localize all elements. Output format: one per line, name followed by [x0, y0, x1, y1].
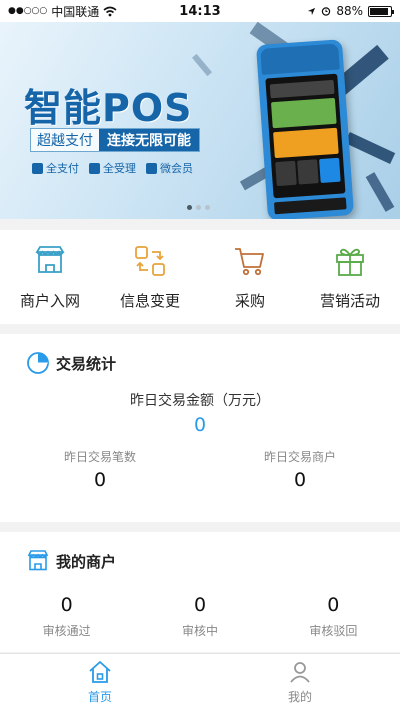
tab-home[interactable]: 首页	[0, 654, 200, 709]
wifi-icon	[103, 6, 117, 16]
user-icon	[290, 661, 310, 683]
banner-tagline-part2: 连接无限可能	[99, 129, 199, 151]
stat-value: 0	[93, 469, 107, 491]
stat-label: 昨日交易金额（万元）	[130, 393, 270, 409]
pie-chart-icon	[27, 352, 49, 374]
stat-label: 审核驳回	[309, 624, 358, 638]
carousel-dot[interactable]	[187, 205, 192, 210]
quick-action-label: 商户入网	[19, 292, 80, 310]
yesterday-count: 昨日交易笔数 0	[0, 448, 200, 491]
pay-icon	[32, 162, 43, 174]
stat-value: 0	[193, 414, 207, 436]
banner-tagline: 超越支付 连接无限可能	[30, 128, 200, 152]
merchants-approved[interactable]: 0 审核通过	[0, 594, 133, 639]
banner-features: 全支付 全受理 微会员	[32, 160, 193, 176]
tab-mine[interactable]: 我的	[200, 654, 400, 709]
section-header: 交易统计	[0, 348, 400, 378]
yesterday-merchants: 昨日交易商户 0	[200, 448, 400, 491]
my-merchants-card: 我的商户 0 审核通过 0 审核中 0 审核驳回	[0, 532, 400, 652]
banner-title: 智能POS	[24, 86, 193, 130]
stat-label: 昨日交易商户	[263, 450, 336, 464]
stat-value: 0	[327, 594, 340, 616]
alarm-icon	[322, 7, 331, 16]
merchants-rejected[interactable]: 0 审核驳回	[267, 594, 400, 639]
member-icon	[146, 162, 157, 174]
marketing-button[interactable]: 营销活动	[305, 244, 395, 324]
promo-banner[interactable]: 智能POS 超越支付 连接无限可能 全支付 全受理 微会员	[0, 22, 400, 219]
stat-label: 审核中	[181, 624, 218, 638]
carousel-dot[interactable]	[196, 205, 201, 210]
battery-percent: 88%	[336, 4, 363, 18]
section-title: 我的商户	[56, 552, 117, 571]
swap-icon	[135, 246, 165, 276]
purchase-button[interactable]: 采购	[205, 244, 295, 324]
quick-action-label: 采购	[234, 292, 265, 310]
stat-label: 昨日交易笔数	[63, 450, 136, 464]
bottom-tab-bar: 首页 我的	[0, 653, 400, 709]
location-arrow-icon	[308, 7, 316, 15]
yesterday-amount: 昨日交易金额（万元） 0	[0, 390, 400, 436]
quick-action-label: 营销活动	[319, 292, 380, 310]
battery-icon	[368, 5, 394, 17]
tab-label: 首页	[87, 689, 112, 704]
pos-terminal-image	[255, 39, 355, 219]
section-title: 交易统计	[56, 354, 117, 373]
stat-value: 0	[293, 469, 307, 491]
banner-feature: 全支付	[32, 160, 79, 176]
stat-value: 0	[60, 594, 73, 616]
quick-action-label: 信息变更	[119, 292, 180, 310]
stat-value: 0	[193, 594, 207, 616]
cart-icon	[235, 248, 264, 276]
banner-feature: 微会员	[146, 160, 193, 176]
section-header: 我的商户	[0, 546, 400, 576]
info-change-button[interactable]: 信息变更	[105, 244, 195, 324]
merchant-onboarding-button[interactable]: 商户入网	[5, 244, 95, 324]
signal-strength-icon: ●●○○○	[8, 6, 48, 16]
banner-feature: 全受理	[89, 160, 136, 176]
gift-icon	[336, 248, 364, 276]
stat-label: 审核通过	[42, 624, 91, 638]
banner-tagline-part1: 超越支付	[37, 133, 93, 149]
transaction-stats-card: 交易统计 昨日交易金额（万元） 0 昨日交易笔数 0 昨日交易商户 0	[0, 334, 400, 522]
carrier-label: 中国联通	[51, 4, 100, 19]
merchants-pending[interactable]: 0 审核中	[133, 594, 266, 639]
carousel-indicator[interactable]	[187, 205, 210, 210]
accept-icon	[89, 162, 100, 174]
carousel-dot[interactable]	[205, 205, 210, 210]
tab-label: 我的	[287, 689, 312, 704]
quick-actions: 商户入网 信息变更 采购 营销活动	[0, 230, 400, 324]
status-bar: ●●○○○ 中国联通 14:13 88%	[0, 0, 400, 22]
store-icon	[35, 246, 65, 273]
home-icon	[89, 660, 111, 683]
store-icon	[27, 550, 49, 571]
